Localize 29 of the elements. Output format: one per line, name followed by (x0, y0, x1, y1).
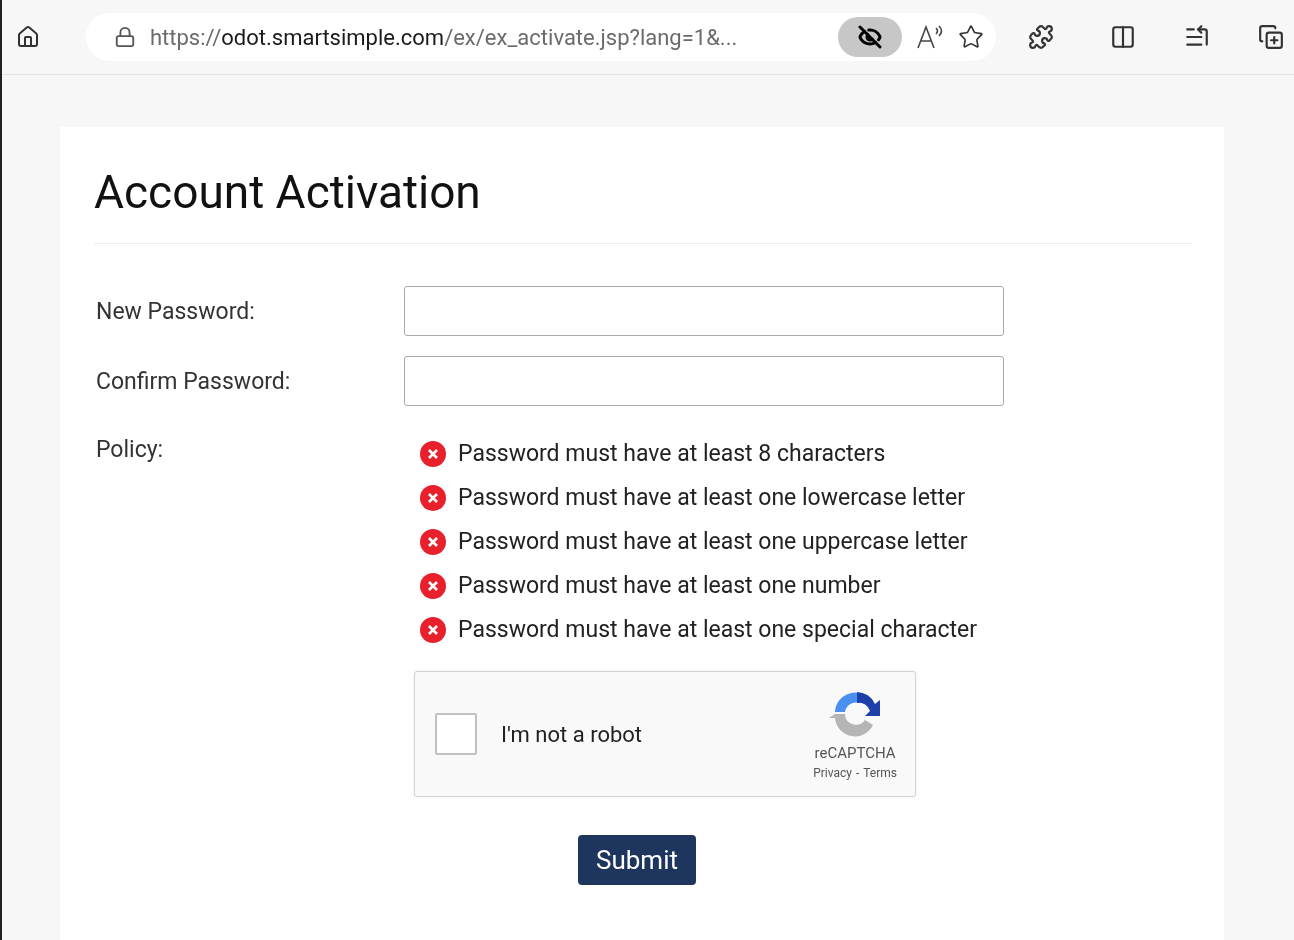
policy-rule: Password must have at least one special character (458, 616, 978, 643)
password-field[interactable] (404, 286, 1004, 336)
favorite-star-icon[interactable] (958, 24, 984, 50)
terms-link[interactable]: Terms (863, 766, 897, 780)
field-label: Confirm Password: (95, 367, 292, 395)
policy-rule: Password must have at least one uppercase letter (458, 528, 968, 555)
policy-label: Policy: (95, 436, 165, 465)
captcha-checkbox[interactable] (435, 713, 477, 755)
policy-rule: Password must have at least one number (458, 572, 881, 599)
address-bar[interactable]: https://odot.smartsimple.com/ex/ex_activate.jsp?lang=1&... (86, 13, 996, 61)
lock-icon (114, 26, 136, 48)
read-aloud-icon[interactable] (916, 24, 944, 50)
recaptcha-brand: reCAPTCHA (814, 744, 896, 762)
policy-rule: Password must have at least one lowercase letter (458, 484, 965, 511)
home-icon[interactable] (16, 25, 40, 49)
policy-rule: Password must have at least 8 characters (458, 440, 886, 467)
tracking-prevention-button[interactable] (838, 17, 902, 57)
split-screen-icon[interactable] (1110, 24, 1136, 50)
link-separator: - (855, 766, 860, 780)
password-field[interactable] (404, 356, 1004, 406)
eye-slash-icon (858, 25, 882, 49)
field-label: New Password: (95, 297, 256, 325)
captcha-label: I'm not a robot (501, 721, 644, 747)
collections-icon[interactable] (1258, 24, 1284, 50)
extensions-icon[interactable] (1028, 24, 1054, 50)
url-text: https://odot.smartsimple.com/ex/ex_activate.jsp?lang=1&... (150, 24, 739, 50)
page-title: Account Activation (94, 165, 1192, 244)
privacy-link[interactable]: Privacy (813, 766, 852, 780)
submit-button[interactable]: Submit (578, 835, 696, 885)
